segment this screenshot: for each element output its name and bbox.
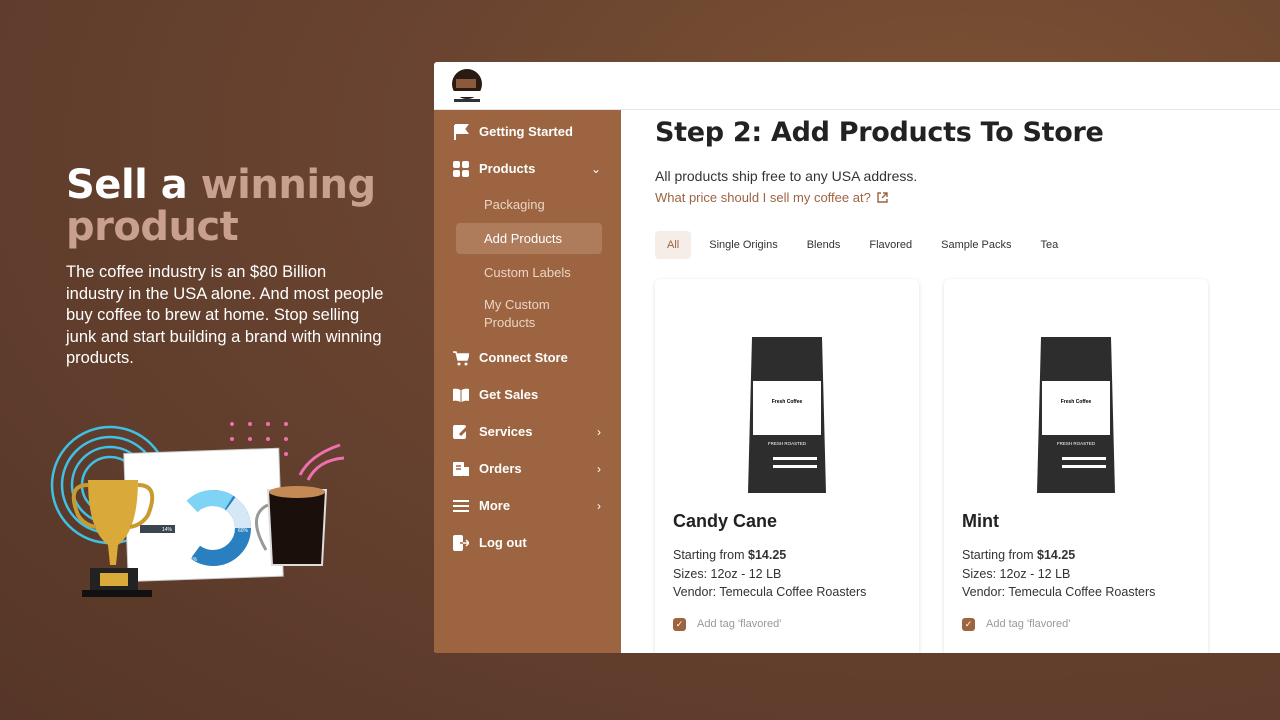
product-card[interactable]: Fresh Coffee FRESH ROASTED Mint Starting … (944, 279, 1208, 653)
sidebar-item-connect-store[interactable]: Connect Store (434, 339, 621, 376)
product-meta: Starting from $14.25 Sizes: 12oz - 12 LB… (962, 548, 1156, 599)
checkmark-icon: ✓ (673, 617, 686, 631)
add-tag-checkbox[interactable]: ✓ Add tag 'flavored' (673, 617, 901, 631)
receipt-icon (452, 460, 470, 478)
sidebar-item-services[interactable]: Services › (434, 413, 621, 450)
trophy-chart-coffee-illustration: 60% 20% 14% 10% 4% (50, 422, 345, 597)
shipping-note: All products ship free to any USA addres… (655, 168, 918, 184)
product-price: $14.25 (1037, 548, 1076, 562)
sidebar-item-getting-started[interactable]: Getting Started (434, 113, 621, 150)
external-link-icon (877, 192, 888, 203)
coffee-bag-image: Fresh Coffee FRESH ROASTED (1037, 337, 1115, 493)
grid-icon (452, 160, 470, 178)
flag-icon (452, 123, 470, 141)
sidebar-sub-custom-labels[interactable]: Custom Labels (434, 255, 621, 289)
coffee-bag-image: Fresh Coffee FRESH ROASTED (748, 337, 826, 493)
sidebar: Getting Started Products ⌄ Packaging Add… (434, 110, 621, 653)
pricing-help-link[interactable]: What price should I sell my coffee at? (655, 190, 888, 205)
tab-tea[interactable]: Tea (1040, 231, 1058, 259)
sidebar-item-get-sales[interactable]: Get Sales (434, 376, 621, 413)
svg-text:Fresh Coffee: Fresh Coffee (772, 399, 803, 405)
tab-sample-packs[interactable]: Sample Packs (941, 231, 1011, 259)
add-tag-checkbox[interactable]: ✓ Add tag 'flavored' (962, 617, 1190, 631)
chevron-right-icon: › (597, 498, 601, 513)
chart-label: 14% (162, 527, 173, 533)
tab-blends[interactable]: Blends (807, 231, 841, 259)
product-meta: Starting from $14.25 Sizes: 12oz - 12 LB… (673, 548, 867, 599)
tab-flavored[interactable]: Flavored (869, 231, 912, 259)
logout-icon (452, 534, 470, 552)
top-bar (434, 62, 1280, 110)
sidebar-item-more[interactable]: More › (434, 487, 621, 524)
svg-text:FRESH ROASTED: FRESH ROASTED (1057, 441, 1096, 446)
page-title: Step 2: Add Products To Store (655, 117, 1104, 148)
chart-label: 60% (238, 528, 249, 534)
tab-all[interactable]: All (655, 231, 692, 259)
svg-text:Fresh Coffee: Fresh Coffee (1061, 399, 1092, 405)
hero-title: Sell a winning product (66, 162, 376, 250)
chevron-right-icon: › (597, 424, 601, 439)
svg-text:FRESH ROASTED: FRESH ROASTED (768, 441, 807, 446)
checkmark-icon: ✓ (962, 617, 975, 631)
product-name: Candy Cane (673, 511, 778, 531)
hero: Sell a winning product The coffee industr… (66, 164, 386, 370)
edit-icon (452, 423, 470, 441)
menu-icon (452, 497, 470, 515)
product-card[interactable]: Fresh Coffee FRESH ROASTED Candy Cane Sta… (655, 279, 919, 653)
book-icon (452, 386, 470, 404)
tab-single-origins[interactable]: Single Origins (709, 231, 777, 259)
product-price: $14.25 (748, 548, 787, 562)
chevron-down-icon: ⌄ (590, 161, 601, 176)
product-grid: Fresh Coffee FRESH ROASTED Candy Cane Sta… (655, 279, 1280, 653)
sidebar-sub-my-custom-products[interactable]: My Custom Products (434, 289, 621, 339)
sidebar-item-products[interactable]: Products ⌄ (434, 150, 621, 187)
category-tabs: All Single Origins Blends Flavored Sampl… (655, 231, 1280, 259)
chart-label: 10% (168, 540, 179, 546)
hero-body: The coffee industry is an $80 Billion in… (66, 263, 384, 367)
sidebar-sub-add-products[interactable]: Add Products (456, 223, 602, 254)
chevron-right-icon: › (597, 461, 601, 476)
sidebar-item-orders[interactable]: Orders › (434, 450, 621, 487)
main-content: Step 2: Add Products To Store All produc… (621, 110, 1280, 653)
chart-label: 4% (190, 557, 198, 563)
chart-label: 20% (200, 509, 211, 515)
sidebar-sub-packaging[interactable]: Packaging (434, 187, 621, 221)
product-name: Mint (962, 511, 999, 531)
app-window: Getting Started Products ⌄ Packaging Add… (434, 62, 1280, 653)
dripshipper-logo[interactable] (450, 69, 484, 103)
sidebar-item-log-out[interactable]: Log out (434, 524, 621, 561)
cart-icon (452, 349, 470, 367)
